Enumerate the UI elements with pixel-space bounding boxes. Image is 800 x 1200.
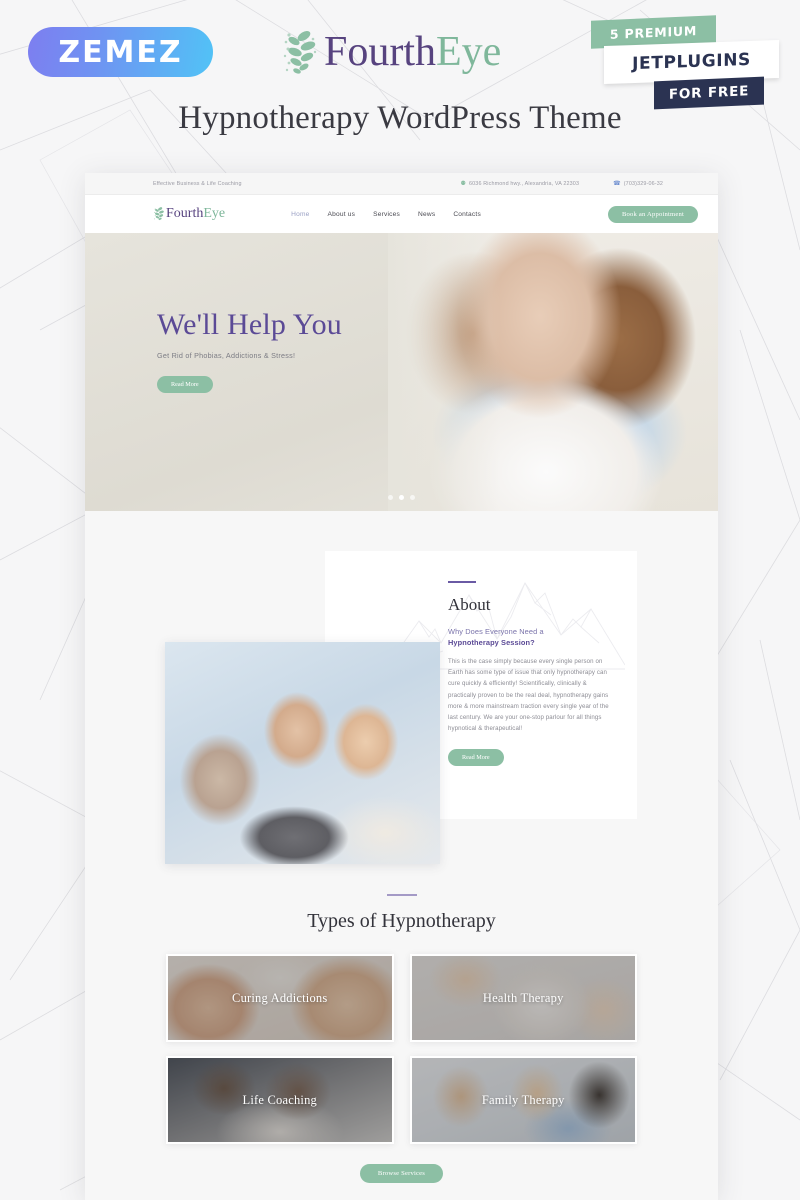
topbar-address-text: 6036 Richmond hwy., Alexandria, VA 22303 bbox=[469, 180, 580, 187]
brand-part-fourth: Fourth bbox=[324, 29, 437, 75]
type-card-family-therapy[interactable]: Family Therapy bbox=[409, 1056, 637, 1144]
browse-services-wrap: Browse Services bbox=[85, 1164, 718, 1183]
book-appointment-button[interactable]: Book an Appointment bbox=[607, 205, 698, 223]
site-topbar: Effective Business & Life Coaching ⚉ 603… bbox=[85, 173, 718, 195]
type-card-label-family-therapy: Family Therapy bbox=[481, 1092, 565, 1107]
fourtheye-brand-text: FourthEye bbox=[324, 31, 501, 73]
hero-slider-dots bbox=[85, 495, 718, 500]
types-heading: Types of Hypnotherapy bbox=[307, 910, 496, 932]
topbar-phone[interactable]: ☎ (703)329-06-32 bbox=[613, 180, 663, 188]
about-question-line1: Why Does Everyone Need a bbox=[448, 627, 544, 636]
zemez-logo-text: ZEMEZ bbox=[58, 34, 183, 70]
brand-part-eye: Eye bbox=[436, 29, 502, 75]
browse-services-button[interactable]: Browse Services bbox=[359, 1164, 444, 1183]
about-photo bbox=[165, 642, 440, 864]
site-logo-text: FourthEye bbox=[166, 207, 225, 221]
leaf-icon-small bbox=[154, 207, 164, 221]
zemez-logo: ZEMEZ bbox=[28, 27, 213, 77]
types-section: Types of Hypnotherapy Curing Addictions … bbox=[85, 894, 718, 1200]
site-navbar: FourthEye Home About us Services News Co… bbox=[85, 195, 718, 233]
badge-5-premium-label: 5 PREMIUM bbox=[609, 22, 698, 42]
topbar-address: ⚉ 6036 Richmond hwy., Alexandria, VA 223… bbox=[460, 180, 580, 188]
hero-copy: We'll Help You Get Rid of Phobias, Addic… bbox=[157, 309, 342, 393]
hero-dot-2[interactable] bbox=[399, 495, 404, 500]
topbar-tagline: Effective Business & Life Coaching bbox=[153, 180, 242, 187]
about-body-text: This is the case simply because every si… bbox=[448, 657, 609, 733]
site-logo-part-eye: Eye bbox=[203, 206, 226, 221]
type-card-life-coaching[interactable]: Life Coaching bbox=[166, 1056, 394, 1144]
types-rule bbox=[386, 894, 417, 896]
hero-photo-fade bbox=[388, 233, 718, 511]
types-grid: Curing Addictions Health Therapy Life Co… bbox=[85, 954, 718, 1144]
jetplugins-badge-group: 5 PREMIUM JETPLUGINS FOR FREE bbox=[586, 15, 786, 110]
hero-slider: We'll Help You Get Rid of Phobias, Addic… bbox=[85, 233, 718, 511]
nav-link-about-us[interactable]: About us bbox=[328, 211, 356, 218]
type-card-label-curing-addictions: Curing Addictions bbox=[232, 990, 328, 1005]
nav-link-contacts[interactable]: Contacts bbox=[453, 211, 481, 218]
about-rule bbox=[448, 581, 476, 583]
site-logo-part-fourth: Fourth bbox=[166, 206, 204, 221]
about-question-line2: Hypnotherapy Session? bbox=[448, 637, 535, 647]
nav-link-home[interactable]: Home bbox=[291, 211, 309, 218]
about-text-block: About Why Does Everyone Need a Hypnother… bbox=[448, 581, 616, 766]
phone-icon: ☎ bbox=[613, 181, 621, 187]
about-heading: About bbox=[448, 595, 491, 614]
type-card-health-therapy[interactable]: Health Therapy bbox=[409, 954, 637, 1042]
hero-dot-1[interactable] bbox=[388, 495, 393, 500]
hero-subtitle: Get Rid of Phobias, Addictions & Stress! bbox=[157, 350, 296, 360]
site-logo[interactable]: FourthEye bbox=[153, 206, 225, 222]
hero-title: We'll Help You bbox=[157, 308, 342, 341]
promo-title: Hypnotherapy WordPress Theme bbox=[178, 100, 622, 136]
promo-header: ZEMEZ FourthEye 5 PREMIUM JETPLUGINS FOR… bbox=[0, 0, 800, 173]
type-card-label-health-therapy: Health Therapy bbox=[482, 990, 564, 1005]
type-card-label-life-coaching: Life Coaching bbox=[242, 1092, 317, 1107]
leaf-icon bbox=[283, 30, 317, 74]
map-pin-icon: ⚉ bbox=[460, 181, 467, 187]
about-read-more-button[interactable]: Read More bbox=[448, 748, 504, 766]
hero-read-more-button[interactable]: Read More bbox=[157, 375, 213, 393]
topbar-phone-text: (703)329-06-32 bbox=[623, 180, 663, 187]
nav-menu: Home About us Services News Contacts bbox=[291, 211, 481, 218]
fourtheye-brand-logo: FourthEye bbox=[282, 26, 501, 78]
hero-photo bbox=[388, 233, 718, 511]
hero-dot-3[interactable] bbox=[410, 495, 415, 500]
site-preview-frame: Effective Business & Life Coaching ⚉ 603… bbox=[85, 173, 718, 1200]
badge-jetplugins-label: JETPLUGINS bbox=[632, 49, 751, 75]
topbar-contact-group: ⚉ 6036 Richmond hwy., Alexandria, VA 223… bbox=[460, 180, 663, 188]
type-card-curing-addictions[interactable]: Curing Addictions bbox=[166, 954, 394, 1042]
about-section: About Why Does Everyone Need a Hypnother… bbox=[85, 511, 718, 894]
nav-link-news[interactable]: News bbox=[418, 211, 435, 218]
nav-link-services[interactable]: Services bbox=[373, 211, 400, 218]
